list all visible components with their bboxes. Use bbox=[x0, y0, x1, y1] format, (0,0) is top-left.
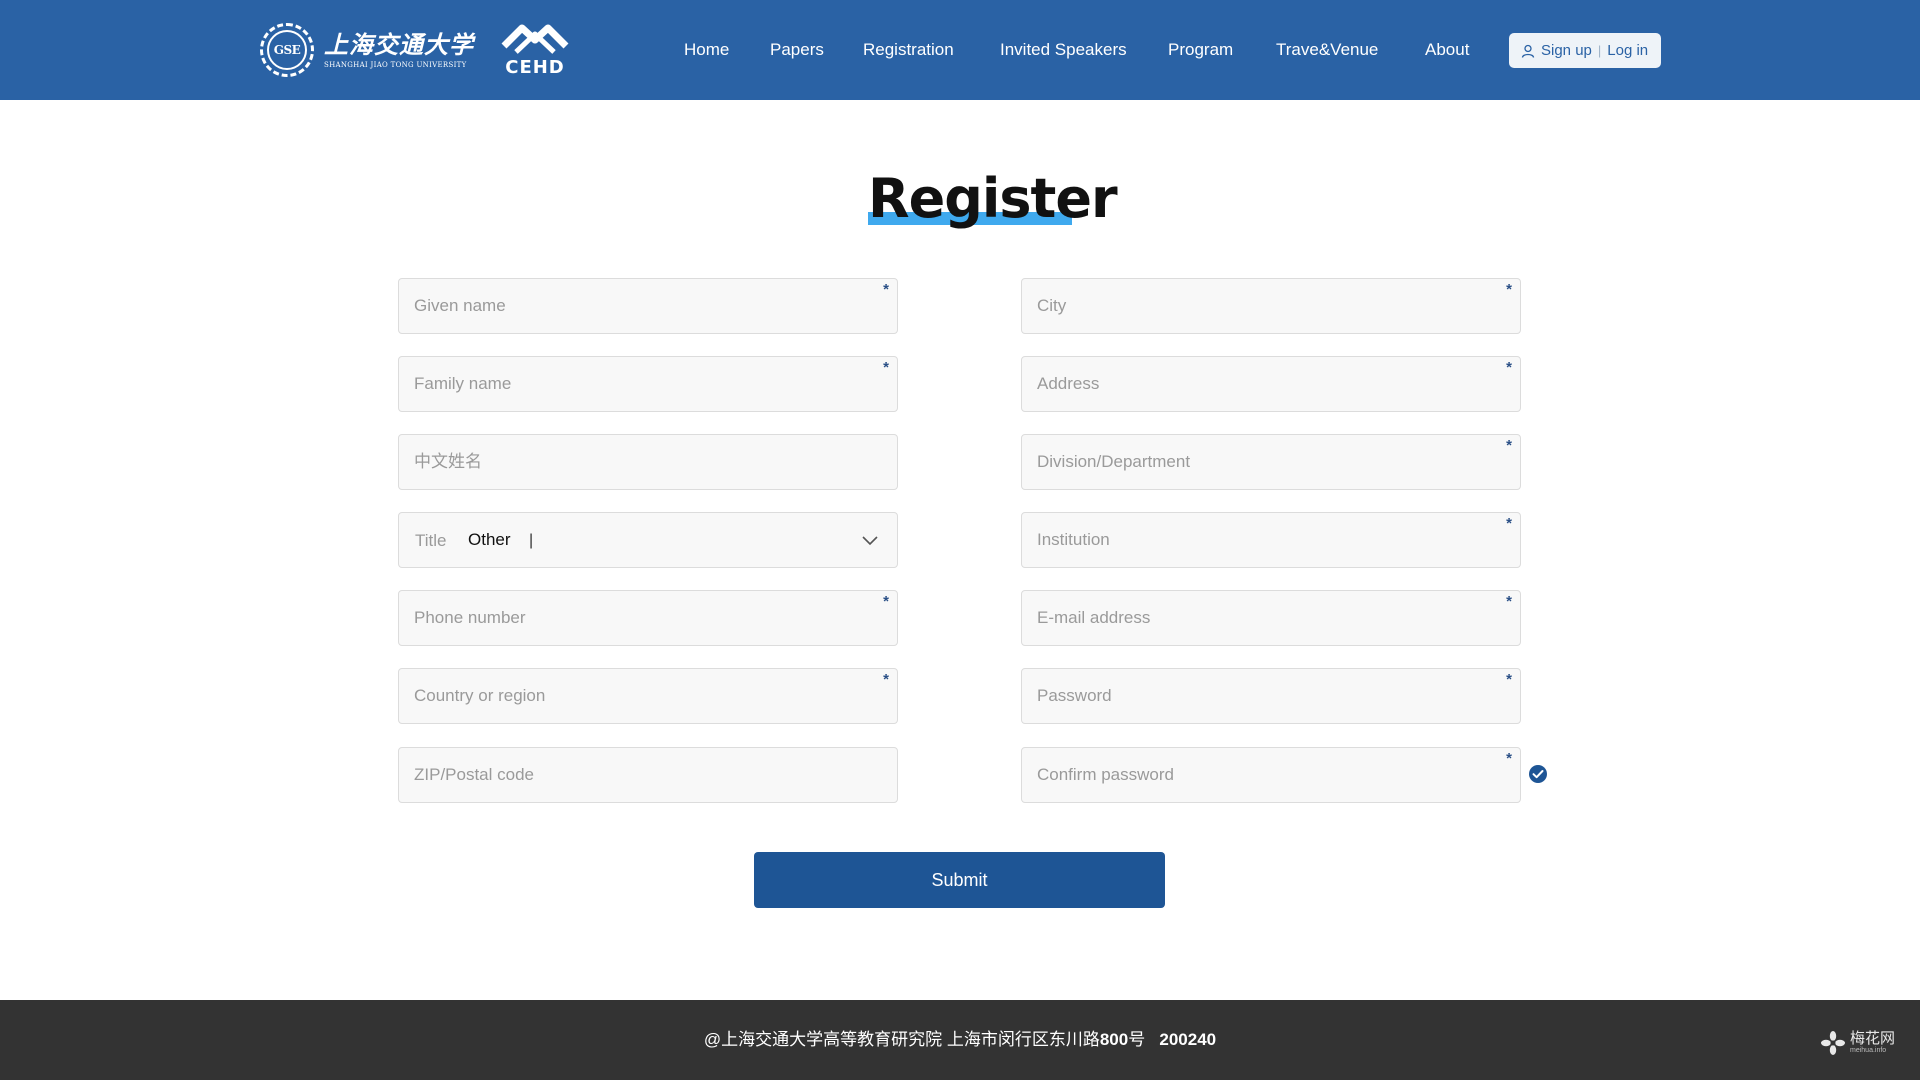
nav-papers[interactable]: Papers bbox=[770, 38, 824, 62]
footer-address: @上海交通大学高等教育研究院 上海市闵行区东川路800号 200240 bbox=[0, 1029, 1920, 1051]
required-mark: * bbox=[1506, 671, 1512, 688]
address-input[interactable] bbox=[1022, 357, 1520, 411]
family-name-input[interactable] bbox=[399, 357, 897, 411]
phone-field-box: * bbox=[398, 590, 898, 646]
footer: @上海交通大学高等教育研究院 上海市闵行区东川路800号 200240 bbox=[0, 1000, 1920, 1080]
university-seal-logo: GSE bbox=[260, 23, 314, 77]
brand-logo[interactable]: GSE 上海交通大学 SHANGHAI JIAO TONG UNIVERSITY… bbox=[260, 18, 570, 82]
confirm-password-field-box: * bbox=[1021, 747, 1521, 803]
university-name: 上海交通大学 SHANGHAI JIAO TONG UNIVERSITY bbox=[324, 30, 474, 70]
family-name-field-box: * bbox=[398, 356, 898, 412]
cehd-logo-text: CEHD bbox=[505, 57, 565, 78]
nav-about[interactable]: About bbox=[1425, 38, 1469, 62]
required-mark: * bbox=[883, 593, 889, 610]
required-mark: * bbox=[883, 671, 889, 688]
institution-input[interactable] bbox=[1022, 513, 1520, 567]
required-mark: * bbox=[1506, 515, 1512, 532]
zip-field-box bbox=[398, 747, 898, 803]
institution-field-box: * bbox=[1021, 512, 1521, 568]
email-input[interactable] bbox=[1022, 591, 1520, 645]
watermark-cn: 梅花网 bbox=[1850, 1030, 1896, 1047]
watermark-en: meihua.info bbox=[1850, 1047, 1887, 1054]
auth-separator: | bbox=[1597, 43, 1602, 58]
required-mark: * bbox=[883, 281, 889, 298]
required-mark: * bbox=[883, 359, 889, 376]
required-mark: * bbox=[1506, 281, 1512, 298]
country-field-box: * bbox=[398, 668, 898, 724]
email-field-box: * bbox=[1021, 590, 1521, 646]
nav-home[interactable]: Home bbox=[684, 38, 729, 62]
chinese-name-field-box bbox=[398, 434, 898, 490]
university-name-cn: 上海交通大学 bbox=[324, 30, 474, 59]
department-field-box: * bbox=[1021, 434, 1521, 490]
title-select-value: Other bbox=[468, 530, 511, 549]
address-field-box: * bbox=[1021, 356, 1521, 412]
house-roof-icon bbox=[501, 24, 569, 54]
top-navigation-bar: GSE 上海交通大学 SHANGHAI JIAO TONG UNIVERSITY… bbox=[0, 0, 1920, 100]
sign-up-link[interactable]: Sign up bbox=[1541, 42, 1592, 59]
nav-invited-speakers[interactable]: Invited Speakers bbox=[1000, 38, 1127, 62]
user-icon bbox=[1521, 44, 1535, 58]
page-title: Register bbox=[868, 167, 1118, 230]
auth-box: Sign up | Log in bbox=[1509, 33, 1661, 68]
chevron-down-icon[interactable] bbox=[861, 531, 879, 549]
phone-input[interactable] bbox=[399, 591, 897, 645]
nav-program[interactable]: Program bbox=[1168, 38, 1233, 62]
footer-postcode: 200240 bbox=[1159, 1030, 1217, 1049]
title-select[interactable]: Title Other | bbox=[398, 512, 898, 568]
chinese-name-input[interactable] bbox=[399, 435, 897, 489]
meihua-watermark: 梅花网 meihua.info bbox=[1820, 1030, 1895, 1056]
log-in-link[interactable]: Log in bbox=[1607, 42, 1648, 59]
title-select-label: Title bbox=[415, 531, 447, 550]
cehd-logo: CEHD bbox=[500, 22, 570, 78]
password-input[interactable] bbox=[1022, 669, 1520, 723]
footer-address-text: @上海交通大学高等教育研究院 上海市闵行区东川路 bbox=[703, 1030, 1100, 1049]
required-mark: * bbox=[1506, 593, 1512, 610]
given-name-input[interactable] bbox=[399, 279, 897, 333]
confirm-password-input[interactable] bbox=[1022, 748, 1520, 802]
required-mark: * bbox=[1506, 437, 1512, 454]
footer-street-number: 800 bbox=[1099, 1030, 1129, 1049]
flower-icon bbox=[1821, 1031, 1845, 1055]
city-field-box: * bbox=[1021, 278, 1521, 334]
required-mark: * bbox=[1506, 359, 1512, 376]
check-circle-icon bbox=[1529, 765, 1547, 783]
university-name-en: SHANGHAI JIAO TONG UNIVERSITY bbox=[324, 61, 467, 69]
zip-input[interactable] bbox=[399, 748, 897, 802]
nav-travel-venue[interactable]: Trave&Venue bbox=[1276, 38, 1378, 62]
city-input[interactable] bbox=[1022, 279, 1520, 333]
required-mark: * bbox=[1506, 750, 1512, 767]
text-cursor: | bbox=[529, 532, 534, 549]
given-name-field-box: * bbox=[398, 278, 898, 334]
page-title-block: Register bbox=[868, 167, 1118, 230]
submit-button[interactable]: Submit bbox=[754, 852, 1165, 908]
department-input[interactable] bbox=[1022, 435, 1520, 489]
country-input[interactable] bbox=[399, 669, 897, 723]
footer-number-suffix: 号 bbox=[1128, 1030, 1146, 1049]
watermark-text: 梅花网 meihua.info bbox=[1850, 1031, 1895, 1055]
nav-registration[interactable]: Registration bbox=[863, 38, 954, 62]
password-field-box: * bbox=[1021, 668, 1521, 724]
seal-text: GSE bbox=[267, 30, 307, 70]
